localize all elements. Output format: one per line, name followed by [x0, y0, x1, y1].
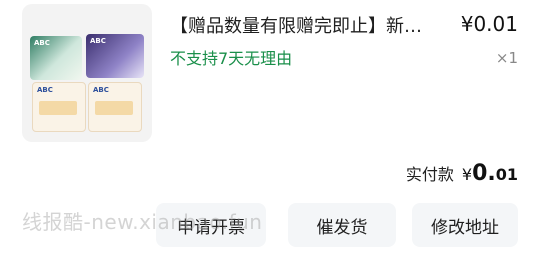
- change-address-button[interactable]: 修改地址: [412, 203, 518, 247]
- urge-shipping-button[interactable]: 催发货: [288, 203, 396, 247]
- brand-logo: ABC: [90, 37, 106, 45]
- paid-label: 实付款: [405, 165, 454, 184]
- amount-integer: 0.: [472, 161, 496, 186]
- pack-label: [39, 101, 77, 115]
- paid-amount: ¥0.01: [462, 161, 518, 186]
- amount-decimal: 01: [495, 165, 518, 184]
- apply-invoice-button[interactable]: 申请开票: [156, 203, 266, 247]
- product-pack-image: ABC: [86, 34, 144, 78]
- product-pack-image: ABC: [32, 82, 86, 132]
- product-quantity: ×1: [495, 49, 518, 67]
- currency-symbol: ¥: [461, 165, 473, 184]
- return-policy-notice: 不支持7天无理由: [170, 49, 293, 68]
- product-price: ¥0.01: [460, 12, 518, 36]
- brand-logo: ABC: [34, 39, 50, 47]
- paid-amount-row: 实付款 ¥0.01: [406, 161, 518, 186]
- product-pack-image: ABC: [30, 36, 82, 80]
- product-pack-image: ABC: [88, 82, 142, 132]
- pack-label: [95, 101, 133, 115]
- brand-logo: ABC: [37, 86, 53, 94]
- brand-logo: ABC: [93, 86, 109, 94]
- product-title[interactable]: 【赠品数量有限赠完即止】新…: [170, 12, 440, 38]
- product-thumbnail[interactable]: ABC ABC ABC ABC: [22, 4, 152, 142]
